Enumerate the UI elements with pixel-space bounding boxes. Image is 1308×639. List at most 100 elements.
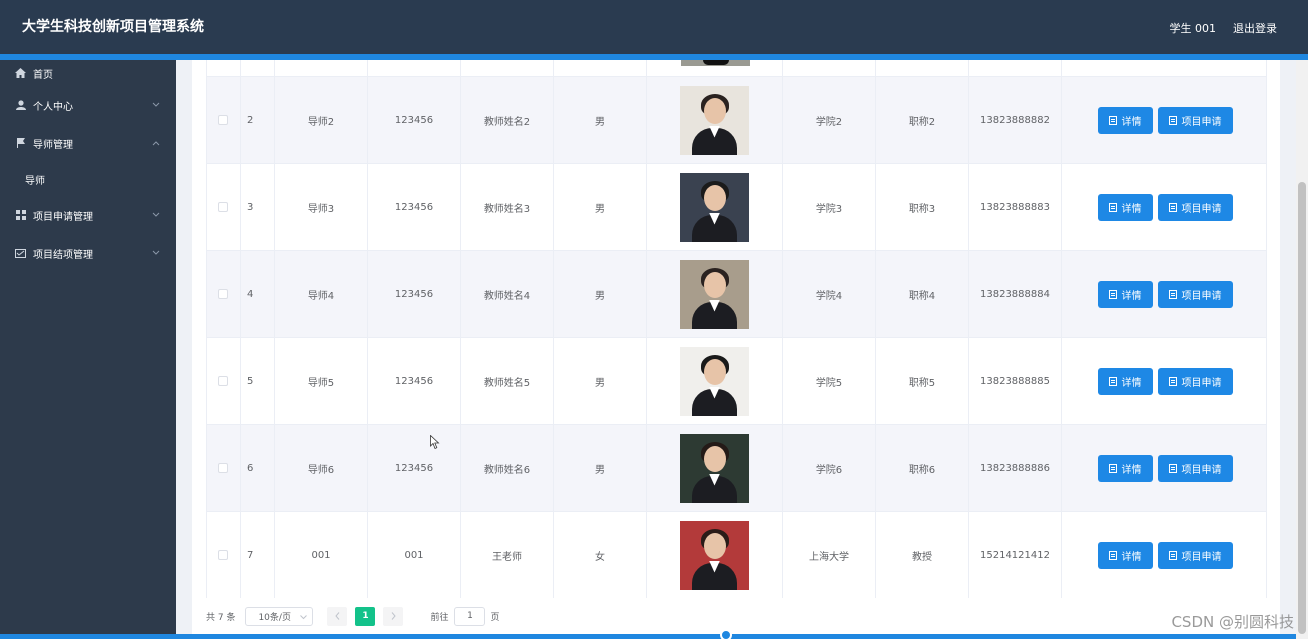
cell-password: 123456 [368, 338, 461, 424]
document-icon [1108, 463, 1117, 473]
prev-page-button[interactable] [327, 606, 348, 626]
goto-label: 前往 [430, 612, 449, 623]
detail-button[interactable]: 详情 [1097, 454, 1153, 482]
table-row: 4 导师4 123456 教师姓名4 男 学院4 职称4 13823888884 详情 项目申请 [207, 251, 1266, 338]
apply-button-label: 项目申请 [1181, 290, 1222, 302]
cell-name: 教师姓名2 [461, 77, 554, 163]
cell-account: 导师4 [275, 251, 368, 337]
row-checkbox[interactable] [218, 550, 228, 560]
photo-thumbnail [680, 520, 749, 590]
cell-title: 职称4 [876, 251, 969, 337]
cell-name: 教师姓名3 [461, 164, 554, 250]
detail-button[interactable]: 详情 [1097, 193, 1153, 221]
detail-button[interactable]: 详情 [1097, 541, 1153, 569]
cell-actions: 详情 项目申请 [1062, 338, 1266, 424]
chevron-right-icon [391, 612, 396, 620]
user-name: 学生 001 [1169, 22, 1217, 35]
cell-phone: 13823888883 [969, 164, 1062, 250]
cell-index: 4 [241, 251, 275, 337]
project-apply-button[interactable]: 项目申请 [1157, 367, 1233, 395]
page-unit-label: 页 [490, 612, 500, 623]
document-icon [1168, 376, 1177, 386]
cell-actions: 详情 项目申请 [1062, 77, 1266, 163]
cell-gender: 男 [554, 338, 647, 424]
apply-button-label: 项目申请 [1181, 116, 1222, 128]
row-checkbox[interactable] [218, 376, 228, 386]
cell-gender: 女 [554, 512, 647, 598]
sidebar-item-project-completion[interactable]: 项目结项管理 [0, 234, 176, 272]
horizontal-scrollbar[interactable] [176, 634, 1296, 639]
goto-page-input[interactable]: 1 [454, 606, 486, 626]
sidebar-subitem-label: 导师 [25, 175, 45, 187]
table-row: 3 导师3 123456 教师姓名3 男 学院3 职称3 13823888883 详情 项目申请 [207, 164, 1266, 251]
cell-photo [647, 77, 783, 163]
cell-photo [647, 251, 783, 337]
page-size-select[interactable]: 10条/页 [245, 606, 314, 626]
bottom-accent-bar [0, 634, 176, 639]
vertical-scrollbar-thumb[interactable] [1298, 182, 1306, 634]
next-page-button[interactable] [383, 606, 404, 626]
apply-button-label: 项目申请 [1181, 377, 1222, 389]
photo-thumbnail [680, 259, 749, 329]
table-row: 6 导师6 123456 教师姓名6 男 学院6 职称6 13823888886 详情 项目申请 [207, 425, 1266, 512]
project-apply-button[interactable]: 项目申请 [1157, 541, 1233, 569]
sidebar-item-project-application[interactable]: 项目申请管理 [0, 196, 176, 234]
sidebar-item-label: 项目结项管理 [33, 249, 93, 261]
document-icon [1108, 115, 1117, 125]
sidebar-item-mentor-management[interactable]: 导师管理 [0, 124, 176, 162]
cell-actions: 详情 项目申请 [1062, 164, 1266, 250]
cell-gender: 男 [554, 164, 647, 250]
chevron-left-icon [335, 612, 340, 620]
cell-index: 3 [241, 164, 275, 250]
document-icon [1108, 202, 1117, 212]
cell-checkbox [207, 77, 241, 163]
detail-button[interactable]: 详情 [1097, 367, 1153, 395]
document-icon [1168, 289, 1177, 299]
app-title: 大学生科技创新项目管理系统 [22, 19, 204, 35]
cell-index: 7 [241, 512, 275, 598]
detail-button[interactable]: 详情 [1097, 280, 1153, 308]
horizontal-scrollbar-knob[interactable] [720, 629, 732, 639]
sidebar-item-label: 个人中心 [33, 101, 73, 113]
project-apply-button[interactable]: 项目申请 [1157, 454, 1233, 482]
cell-phone: 13823888886 [969, 425, 1062, 511]
cell-checkbox [207, 425, 241, 511]
row-checkbox[interactable] [218, 289, 228, 299]
document-icon [1108, 289, 1117, 299]
cell-index: 2 [241, 77, 275, 163]
row-checkbox[interactable] [218, 202, 228, 212]
row-checkbox[interactable] [218, 115, 228, 125]
sidebar-subitem-mentor[interactable]: 导师 [0, 162, 176, 196]
mentor-table: 2 导师2 123456 教师姓名2 男学院2 职称2 13823888882 详情 项目申请 3… [206, 60, 1267, 598]
project-apply-button[interactable]: 项目申请 [1157, 280, 1233, 308]
cell-phone: 13823888885 [969, 338, 1062, 424]
chevron-down-icon [152, 248, 162, 258]
cell-title: 教授 [876, 512, 969, 598]
document-icon [1108, 550, 1117, 560]
chevron-down-icon [300, 613, 308, 620]
cell-phone: 15214121412 [969, 512, 1062, 598]
project-apply-button[interactable]: 项目申请 [1157, 193, 1233, 221]
cell-checkbox [207, 251, 241, 337]
detail-button-label: 详情 [1121, 290, 1142, 302]
cell-checkbox [207, 512, 241, 598]
cell-checkbox [207, 338, 241, 424]
cell-gender: 男 [554, 251, 647, 337]
inbox-icon [15, 248, 26, 259]
cell-password: 123456 [368, 77, 461, 163]
cell-checkbox [207, 164, 241, 250]
cell-photo [647, 164, 783, 250]
cell-college: 上海大学 [783, 512, 876, 598]
sidebar-item-profile[interactable]: 个人中心 [0, 86, 176, 124]
cell-title: 职称2 [876, 77, 969, 163]
logout-link[interactable]: 退出登录 [1233, 20, 1277, 36]
photo-thumbnail [680, 85, 749, 155]
sidebar-item-home[interactable]: 首页 [0, 60, 176, 86]
photo-thumbnail [680, 172, 749, 242]
project-apply-button[interactable]: 项目申请 [1157, 106, 1233, 134]
page-number-1[interactable]: 1 [355, 606, 376, 626]
cell-title: 职称3 [876, 164, 969, 250]
cell-name: 王老师 [461, 512, 554, 598]
detail-button[interactable]: 详情 [1097, 106, 1153, 134]
row-checkbox[interactable] [218, 463, 228, 473]
